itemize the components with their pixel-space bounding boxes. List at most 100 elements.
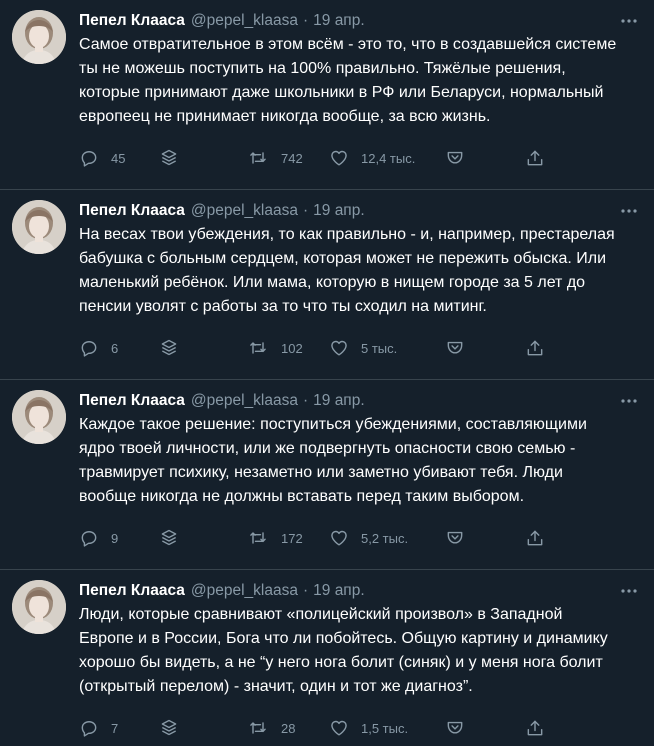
retweet-icon (247, 338, 269, 358)
tweet-text: Люди, которые сравнивают «полицейский пр… (79, 606, 608, 695)
share-icon (525, 338, 545, 358)
bookmark-icon (444, 338, 466, 358)
tweet-date[interactable]: 19 апр. (313, 202, 365, 220)
retweet-button[interactable]: 172 (247, 526, 303, 550)
retweet-button[interactable]: 102 (247, 336, 303, 360)
reply-button[interactable]: 9 (79, 526, 118, 550)
retweet-count: 102 (281, 340, 303, 356)
like-count: 1,5 тыс. (361, 720, 409, 736)
tweet-date[interactable]: 19 апр. (313, 582, 365, 600)
analytics-icon (159, 718, 179, 738)
more-icon[interactable] (618, 392, 640, 410)
reply-button[interactable]: 6 (79, 336, 118, 360)
like-icon (329, 718, 349, 738)
author-name[interactable]: Пепел Клааса (79, 392, 185, 410)
avatar[interactable] (12, 390, 66, 444)
reply-count: 45 (111, 150, 126, 166)
bookmark-button[interactable] (444, 526, 466, 550)
retweet-icon (247, 718, 269, 738)
analytics-button[interactable] (159, 526, 179, 550)
retweet-count: 742 (281, 150, 303, 166)
tweet-header: Пепел Клааса @pepel_klaasa · 19 апр. (79, 200, 614, 222)
like-button[interactable]: 5 тыс. (329, 336, 397, 360)
analytics-button[interactable] (159, 336, 179, 360)
more-icon[interactable] (618, 12, 640, 30)
tweet-date[interactable]: 19 апр. (313, 12, 365, 30)
tweet-date[interactable]: 19 апр. (313, 392, 365, 410)
retweet-count: 28 (281, 720, 296, 736)
tweet-actions: 7 28 1,5 тыс. (79, 716, 559, 740)
separator-dot: · (302, 202, 309, 219)
analytics-button[interactable] (159, 146, 179, 170)
analytics-icon (159, 528, 179, 548)
tweet[interactable]: Пепел Клааса @pepel_klaasa · 19 апр. Самое о… (0, 0, 654, 190)
author-handle[interactable]: @pepel_klaasa (191, 12, 298, 30)
tweet[interactable]: Пепел Клааса @pepel_klaasa · 19 апр. Люди, к… (0, 570, 654, 746)
share-button[interactable] (525, 146, 545, 170)
reply-count: 9 (111, 530, 119, 546)
share-button[interactable] (525, 716, 545, 740)
tweet-header: Пепел Клааса @pepel_klaasa · 19 апр. (79, 10, 614, 32)
tweet-actions: 45 742 12,4 тыс. (79, 146, 559, 170)
like-count: 12,4 тыс. (361, 150, 416, 166)
analytics-icon (159, 148, 179, 168)
author-handle[interactable]: @pepel_klaasa (191, 202, 298, 220)
bookmark-button[interactable] (444, 336, 466, 360)
author-name[interactable]: Пепел Клааса (79, 202, 185, 220)
share-button[interactable] (525, 526, 545, 550)
tweet-header: Пепел Клааса @pepel_klaasa · 19 апр. (79, 390, 614, 412)
like-count: 5 тыс. (361, 340, 398, 356)
reply-button[interactable]: 7 (79, 716, 118, 740)
reply-button[interactable]: 45 (79, 146, 125, 170)
share-icon (525, 718, 545, 738)
retweet-button[interactable]: 742 (247, 146, 303, 170)
tweet-header: Пепел Клааса @pepel_klaasa · 19 апр. (79, 580, 614, 602)
bookmark-button[interactable] (444, 146, 466, 170)
tweet[interactable]: Пепел Клааса @pepel_klaasa · 19 апр. Каждое … (0, 380, 654, 570)
avatar[interactable] (12, 580, 66, 634)
like-icon (329, 148, 349, 168)
reply-count: 7 (111, 720, 119, 736)
like-button[interactable]: 5,2 тыс. (329, 526, 408, 550)
like-icon (329, 338, 349, 358)
bookmark-icon (444, 718, 466, 738)
like-button[interactable]: 12,4 тыс. (329, 146, 415, 170)
more-icon[interactable] (618, 202, 640, 220)
bookmark-icon (444, 528, 466, 548)
separator-dot: · (302, 582, 309, 599)
share-icon (525, 148, 545, 168)
author-handle[interactable]: @pepel_klaasa (191, 392, 298, 410)
tweet-text: Самое отвратительное в этом всём - это т… (79, 36, 617, 125)
reply-icon (79, 148, 99, 168)
separator-dot: · (302, 12, 309, 29)
share-button[interactable] (525, 336, 545, 360)
tweet[interactable]: Пепел Клааса @pepel_klaasa · 19 апр. На веса… (0, 190, 654, 380)
tweet-text: Каждое такое решение: поступиться убежде… (79, 416, 587, 505)
like-count: 5,2 тыс. (361, 530, 409, 546)
like-icon (329, 528, 349, 548)
author-name[interactable]: Пепел Клааса (79, 12, 185, 30)
tweet-actions: 6 102 5 тыс. (79, 336, 559, 360)
author-name[interactable]: Пепел Клааса (79, 582, 185, 600)
like-button[interactable]: 1,5 тыс. (329, 716, 408, 740)
avatar[interactable] (12, 200, 66, 254)
retweet-icon (247, 148, 269, 168)
bookmark-button[interactable] (444, 716, 466, 740)
avatar[interactable] (12, 10, 66, 64)
reply-icon (79, 718, 99, 738)
bookmark-icon (444, 148, 466, 168)
tweet-actions: 9 172 5,2 тыс. (79, 526, 559, 550)
retweet-icon (247, 528, 269, 548)
tweet-text: На весах твои убеждения, то как правильн… (79, 226, 615, 315)
analytics-button[interactable] (159, 716, 179, 740)
reply-count: 6 (111, 340, 119, 356)
analytics-icon (159, 338, 179, 358)
more-icon[interactable] (618, 582, 640, 600)
separator-dot: · (302, 392, 309, 409)
author-handle[interactable]: @pepel_klaasa (191, 582, 298, 600)
retweet-button[interactable]: 28 (247, 716, 295, 740)
reply-icon (79, 338, 99, 358)
share-icon (525, 528, 545, 548)
tweet-feed: Пепел Клааса @pepel_klaasa · 19 апр. Самое о… (0, 0, 654, 746)
retweet-count: 172 (281, 530, 303, 546)
